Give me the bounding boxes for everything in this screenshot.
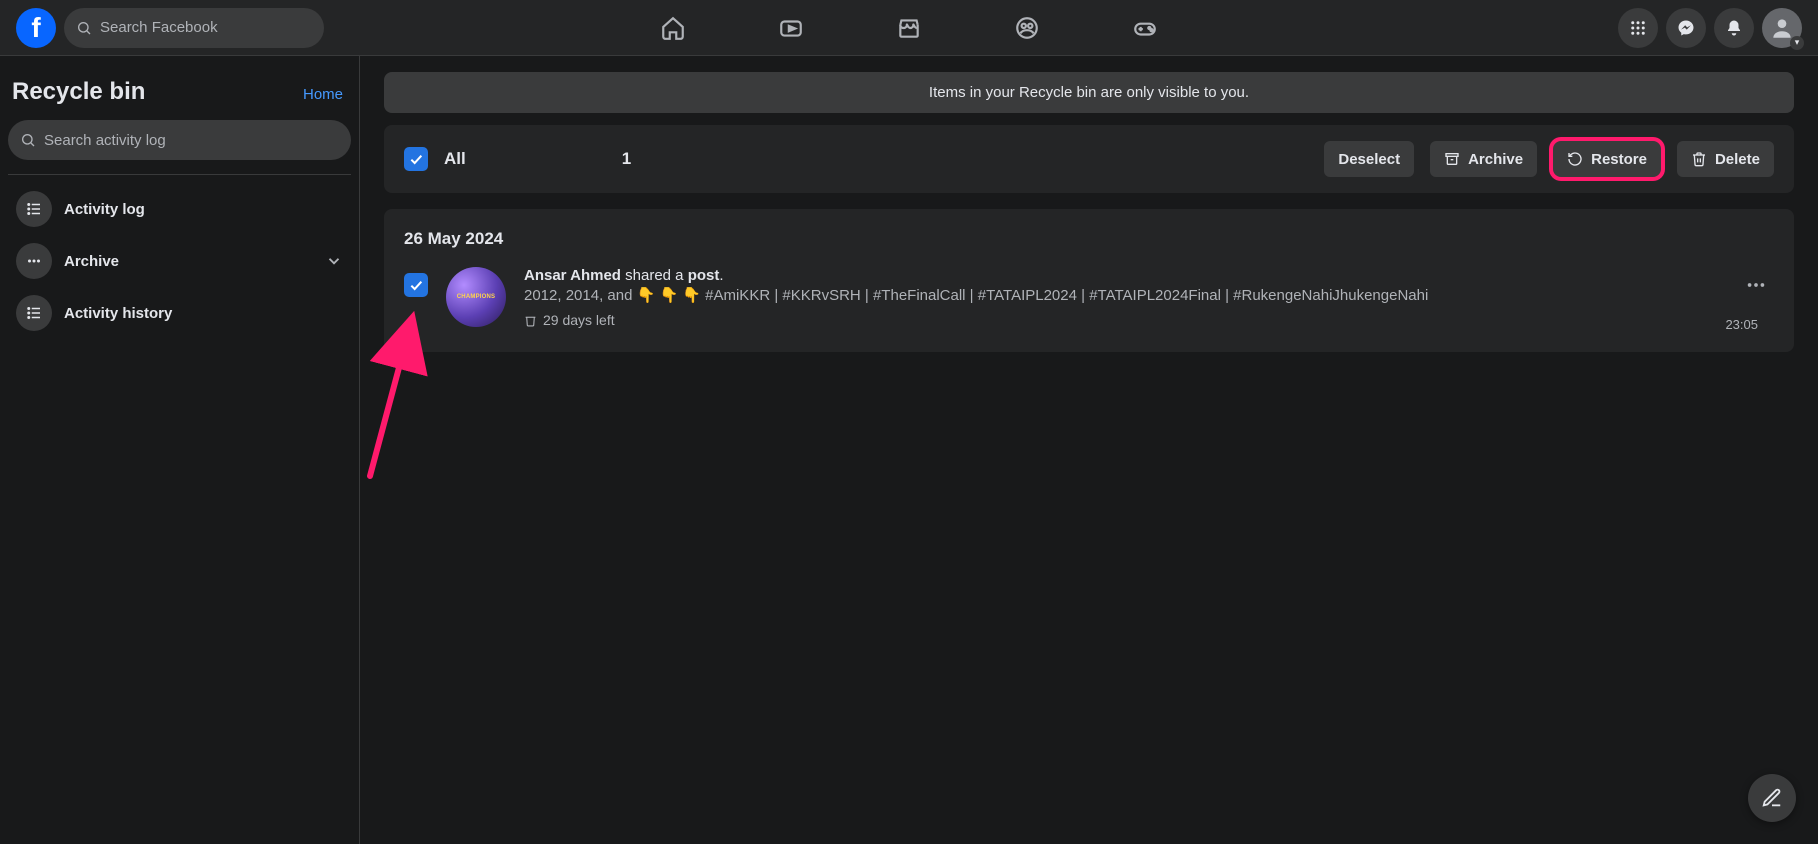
groups-icon — [1014, 15, 1040, 41]
deselect-button[interactable]: Deselect — [1324, 141, 1414, 177]
entry-object: post — [688, 267, 720, 284]
video-icon — [778, 15, 804, 41]
sidebar-item-activity-history[interactable]: Activity history — [8, 287, 351, 339]
button-label: Archive — [1468, 151, 1523, 168]
sidebar-item-archive[interactable]: Archive — [8, 235, 351, 287]
grid-icon — [1629, 19, 1647, 37]
info-banner: Items in your Recycle bin are only visib… — [384, 72, 1794, 113]
entry-actor: Ansar Ahmed — [524, 267, 621, 284]
sidebar-search-input[interactable] — [44, 132, 339, 149]
topbar-right: ▾ — [1618, 8, 1802, 48]
sidebar: Recycle bin Home Activity log Archive — [0, 56, 360, 844]
nav-gaming[interactable] — [1090, 2, 1200, 54]
entries-card: 26 May 2024 Ansar Ahmed shared a post. 2… — [384, 209, 1794, 352]
nav-home[interactable] — [618, 2, 728, 54]
center-nav — [618, 0, 1200, 56]
trash-icon — [1691, 151, 1707, 167]
button-label: Restore — [1591, 151, 1647, 168]
global-search-input[interactable] — [100, 19, 312, 36]
nav-groups[interactable] — [972, 2, 1082, 54]
button-label: Deselect — [1338, 151, 1400, 168]
sidebar-search[interactable] — [8, 120, 351, 160]
entry-timestamp: 23:05 — [1725, 317, 1758, 332]
delete-button[interactable]: Delete — [1677, 141, 1774, 177]
home-icon — [660, 15, 686, 41]
sidebar-item-label: Activity history — [64, 305, 172, 322]
list-icon — [16, 295, 52, 331]
marketplace-icon — [896, 15, 922, 41]
action-bar: All 1 Deselect Archive Restore — [384, 125, 1794, 193]
dots-icon — [1745, 274, 1767, 296]
search-icon — [20, 132, 36, 148]
list-icon — [16, 191, 52, 227]
entry-headline: Ansar Ahmed shared a post. — [524, 267, 1720, 284]
restore-icon — [1567, 151, 1583, 167]
button-label: Delete — [1715, 151, 1760, 168]
messenger-button[interactable] — [1666, 8, 1706, 48]
account-button[interactable]: ▾ — [1762, 8, 1802, 48]
menu-button[interactable] — [1618, 8, 1658, 48]
select-all-label: All — [444, 149, 466, 169]
compose-icon — [1761, 787, 1783, 809]
bell-icon — [1725, 19, 1743, 37]
restore-button[interactable]: Restore — [1553, 141, 1661, 177]
entry-more-button[interactable] — [1738, 267, 1774, 303]
nav-marketplace[interactable] — [854, 2, 964, 54]
avatar-icon — [1769, 15, 1795, 41]
gaming-icon — [1132, 15, 1158, 41]
main-content: Items in your Recycle bin are only visib… — [360, 56, 1818, 844]
dots-icon — [16, 243, 52, 279]
entry-checkbox[interactable] — [404, 273, 428, 297]
date-header: 26 May 2024 — [404, 229, 1774, 249]
home-link[interactable]: Home — [303, 86, 343, 103]
chevron-down-icon: ▾ — [1790, 36, 1804, 50]
recycle-entry: Ansar Ahmed shared a post. 2012, 2014, a… — [404, 267, 1774, 328]
top-bar: f — [0, 0, 1818, 56]
sidebar-item-label: Activity log — [64, 201, 145, 218]
archive-icon — [1444, 151, 1460, 167]
selected-count: 1 — [622, 149, 631, 169]
trash-icon — [524, 314, 537, 327]
global-search[interactable] — [64, 8, 324, 48]
archive-button[interactable]: Archive — [1430, 141, 1537, 177]
compose-fab[interactable] — [1748, 774, 1796, 822]
select-all-checkbox[interactable] — [404, 147, 428, 171]
entry-description: 2012, 2014, and 👇 👇 👇 #AmiKKR | #KKRvSRH… — [524, 286, 1720, 306]
sidebar-item-activity-log[interactable]: Activity log — [8, 183, 351, 235]
sidebar-item-label: Archive — [64, 253, 119, 270]
facebook-logo[interactable]: f — [16, 8, 56, 48]
entry-avatar[interactable] — [446, 267, 506, 327]
page-title: Recycle bin — [12, 78, 145, 106]
notifications-button[interactable] — [1714, 8, 1754, 48]
divider — [8, 174, 351, 175]
messenger-icon — [1677, 19, 1695, 37]
chevron-down-icon — [325, 252, 343, 270]
entry-time-left: 29 days left — [524, 312, 1720, 328]
search-icon — [76, 20, 92, 36]
nav-video[interactable] — [736, 2, 846, 54]
